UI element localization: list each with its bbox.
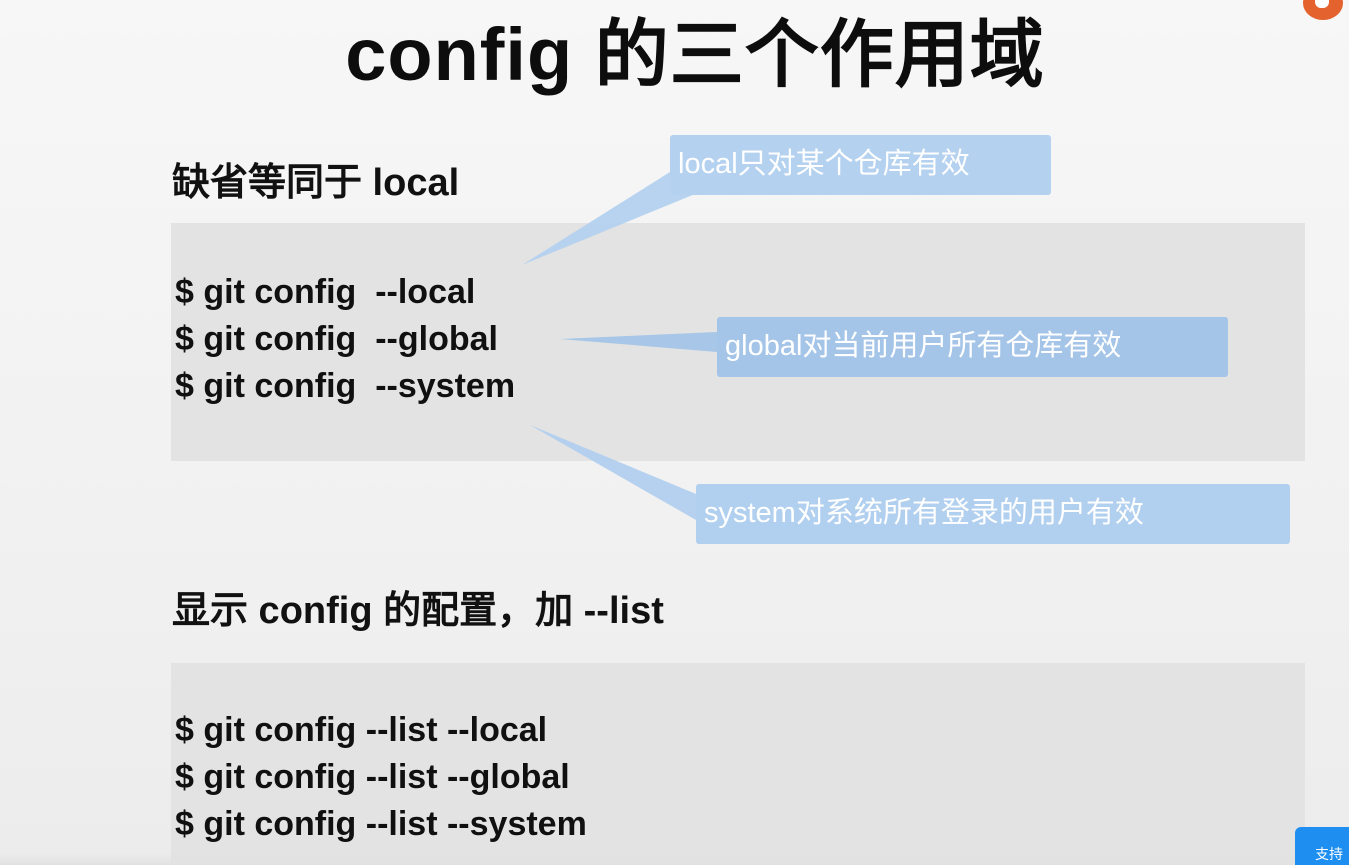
slide: config 的三个作用域 缺省等同于 local $ git config -… <box>0 0 1349 865</box>
code-line-list-local: $ git config --list --local <box>175 711 548 749</box>
code-block-list: $ git config --list --local $ git config… <box>171 663 1305 865</box>
support-button[interactable]: 支持 <box>1295 827 1349 865</box>
code-line-system: $ git config --system <box>175 367 516 405</box>
code-line-global: $ git config --global <box>175 320 498 358</box>
section-heading-list: 显示 config 的配置，加 --list <box>172 590 664 632</box>
slide-title: config 的三个作用域 <box>345 13 1045 96</box>
section-heading-default-scope: 缺省等同于 local <box>172 162 460 204</box>
callout-global: global对当前用户所有仓库有效 <box>717 317 1228 377</box>
callout-system: system对系统所有登录的用户有效 <box>696 484 1290 544</box>
bottom-fade <box>0 853 1349 865</box>
callout-local: local只对某个仓库有效 <box>670 135 1051 195</box>
code-line-list-system: $ git config --list --system <box>175 805 587 843</box>
code-line-list-global: $ git config --list --global <box>175 758 570 796</box>
code-line-local: $ git config --local <box>175 273 476 311</box>
